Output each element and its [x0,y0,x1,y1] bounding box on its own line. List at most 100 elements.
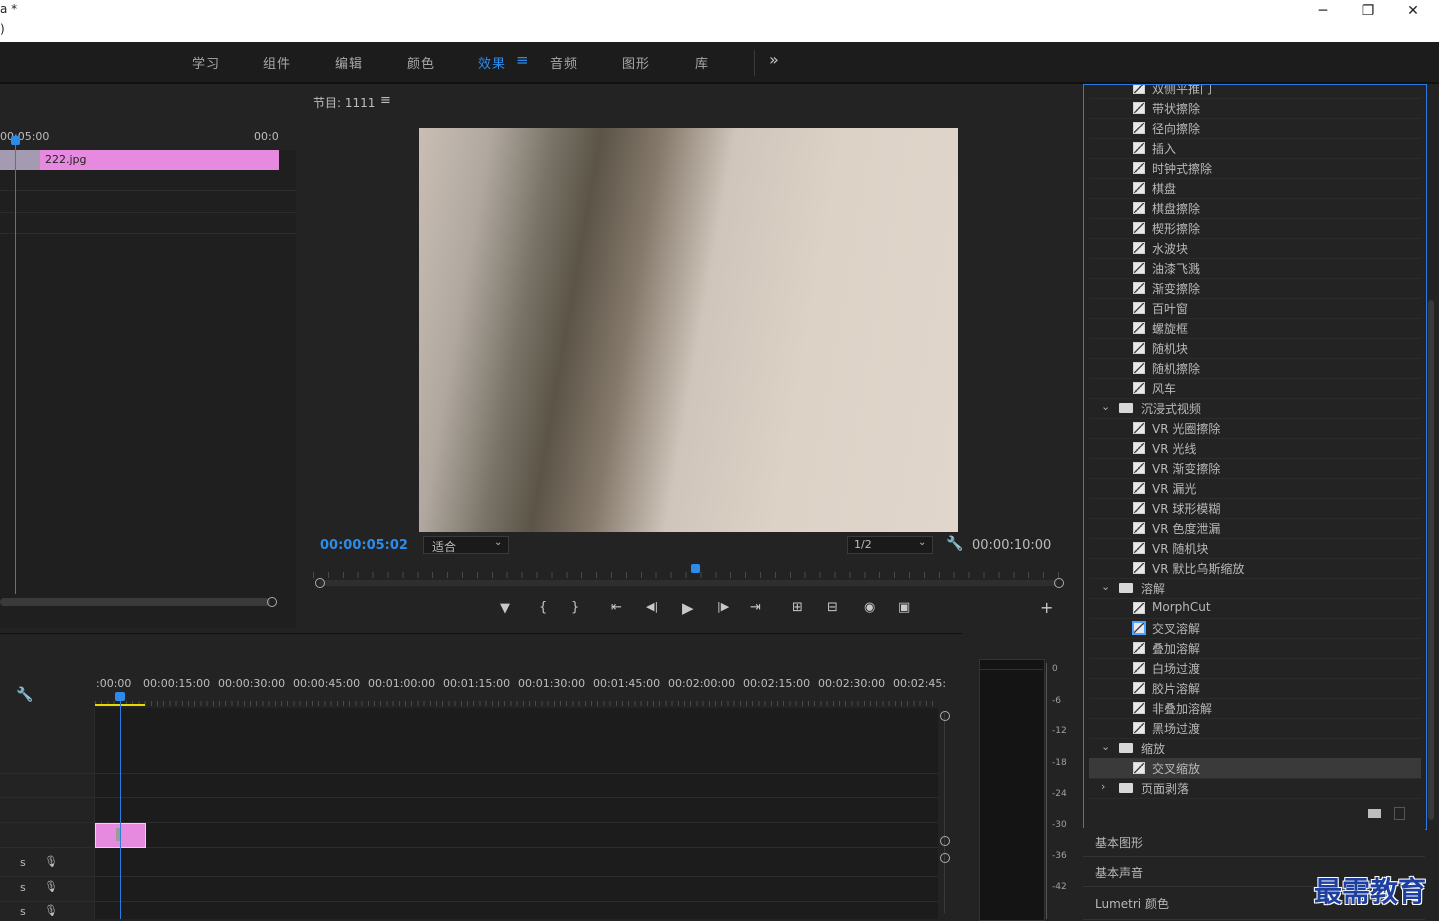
effects-item[interactable]: 叠加溶解 [1089,638,1421,659]
effects-folder[interactable]: ⌄ 缩放 [1089,738,1421,759]
chevron-down-icon[interactable]: ⌄ [1101,400,1110,413]
timeline-vscroll[interactable] [944,713,945,913]
zoom-handle-left[interactable] [315,578,325,588]
zoom-handle-right[interactable] [1054,578,1064,588]
export-frame-button[interactable]: ◉ [864,600,875,615]
new-bin-icon[interactable] [1368,809,1381,818]
effects-item[interactable]: 棋盘 [1089,178,1421,199]
effects-item[interactable]: MorphCut [1089,598,1421,619]
mic-icon[interactable]: 🎙 [44,904,58,917]
chevron-right-icon[interactable]: › [1101,780,1105,793]
effects-item[interactable]: 双侧平推门 [1089,85,1421,99]
effects-folder[interactable]: ⌄ 溶解 [1089,578,1421,599]
go-to-out-button[interactable]: ⇥ [750,600,761,615]
workspace-editing[interactable]: 编辑 [335,53,363,72]
effects-item[interactable]: VR 色度泄漏 [1089,518,1421,539]
quality-select[interactable]: 1/2 ⌄ [847,536,933,554]
workspace-libraries[interactable]: 库 [695,53,709,72]
effects-item[interactable]: 风车 [1089,378,1421,399]
play-button[interactable]: ▶ [682,599,694,617]
solo-button[interactable]: s [20,856,26,869]
effects-item[interactable]: 螺旋框 [1089,318,1421,339]
scroll-handle[interactable] [940,711,950,721]
essential-graphics-section[interactable]: 基本图形 [1083,828,1425,857]
effects-item[interactable]: VR 渐变擦除 [1089,458,1421,479]
marker-button[interactable]: ▼ [500,601,510,616]
mark-out-button[interactable]: } [571,600,579,615]
extract-button[interactable]: ⊟ [827,600,838,615]
current-timecode[interactable]: 00:00:05:02 [320,538,408,553]
effects-item[interactable]: 径向擦除 [1089,118,1421,139]
effects-item[interactable]: 黑场过渡 [1089,718,1421,739]
effects-item[interactable]: 渐变擦除 [1089,278,1421,299]
wrench-icon[interactable]: 🔧 [16,687,33,703]
effects-item[interactable]: 棋盘擦除 [1089,198,1421,219]
minimize-button[interactable]: ─ [1308,2,1338,20]
effects-item[interactable]: 百叶窗 [1089,298,1421,319]
effects-item[interactable]: 胶片溶解 [1089,678,1421,699]
wrench-icon[interactable]: 🔧 [946,536,963,552]
step-forward-button[interactable]: |▶ [717,600,729,613]
timeline-playhead-handle[interactable] [115,692,125,701]
effects-item[interactable]: VR 随机块 [1089,538,1421,559]
close-button[interactable]: ✕ [1398,2,1428,20]
source-transition-block[interactable] [0,150,40,170]
workspace-learn[interactable]: 学习 [192,53,220,72]
workspace-graphics[interactable]: 图形 [622,53,650,72]
effects-item[interactable]: VR 默比乌斯缩放 [1089,558,1421,579]
workspace-color[interactable]: 颜色 [407,53,435,72]
mark-in-button[interactable]: { [539,600,547,615]
effects-item[interactable]: 楔形擦除 [1089,218,1421,239]
scroll-handle[interactable] [940,853,950,863]
fit-select[interactable]: 适合 ⌄ [423,536,509,554]
program-ruler[interactable] [313,564,1061,578]
effects-item[interactable]: 交叉溶解 [1089,618,1421,639]
compare-button[interactable]: ▣ [898,600,910,615]
go-to-in-button[interactable]: ⇤ [611,600,622,615]
overflow-icon[interactable]: » [769,50,780,69]
workspace-audio[interactable]: 音频 [550,53,578,72]
source-playhead[interactable] [15,142,16,594]
effects-item[interactable]: VR 光圈擦除 [1089,418,1421,439]
source-clip[interactable]: 222.jpg [40,150,279,170]
workspace-menu-icon[interactable]: ≡ [516,51,530,69]
source-scrollbar[interactable] [0,598,270,606]
effects-item[interactable]: 随机块 [1089,338,1421,359]
scroll-handle[interactable] [940,836,950,846]
workspace-assembly[interactable]: 组件 [263,53,291,72]
effects-item[interactable]: 白场过渡 [1089,658,1421,679]
program-zoom-bar[interactable] [319,580,1057,586]
program-playhead[interactable] [691,564,700,573]
add-button[interactable]: + [1040,598,1053,617]
effects-item[interactable]: 时钟式擦除 [1089,158,1421,179]
mic-icon[interactable]: 🎙 [44,855,58,868]
source-playhead-handle[interactable] [11,136,20,145]
effects-item[interactable]: 非叠加溶解 [1089,698,1421,719]
workspace-effects[interactable]: 效果 [478,53,506,72]
solo-button[interactable]: s [20,881,26,894]
timeline-playhead[interactable] [120,697,121,919]
effects-item[interactable]: 水波块 [1089,238,1421,259]
effects-item[interactable]: 交叉缩放 [1089,758,1421,779]
timeline-ruler[interactable] [95,691,938,707]
effects-folder[interactable]: › 页面剥落 [1089,778,1421,799]
lift-button[interactable]: ⊞ [792,600,803,615]
chevron-down-icon[interactable]: ⌄ [1101,580,1110,593]
solo-button[interactable]: s [20,905,26,918]
scroll-handle[interactable] [267,597,277,607]
effects-item[interactable]: 插入 [1089,138,1421,159]
effects-item[interactable]: VR 漏光 [1089,478,1421,499]
trash-icon[interactable] [1394,807,1405,820]
chevron-down-icon[interactable]: ⌄ [1101,740,1110,753]
effects-item[interactable]: VR 球形模糊 [1089,498,1421,519]
effects-item[interactable]: 油漆飞溅 [1089,258,1421,279]
effects-item[interactable]: VR 光线 [1089,438,1421,459]
effects-folder[interactable]: ⌄ 沉浸式视频 [1089,398,1421,419]
effects-scrollbar[interactable] [1428,300,1434,820]
effects-item[interactable]: 随机擦除 [1089,358,1421,379]
program-menu-icon[interactable]: ≡ [380,93,391,108]
effects-item[interactable]: 带状擦除 [1089,98,1421,119]
mic-icon[interactable]: 🎙 [44,880,58,893]
step-back-button[interactable]: ◀| [646,600,658,613]
maximize-button[interactable]: ❐ [1353,2,1383,20]
